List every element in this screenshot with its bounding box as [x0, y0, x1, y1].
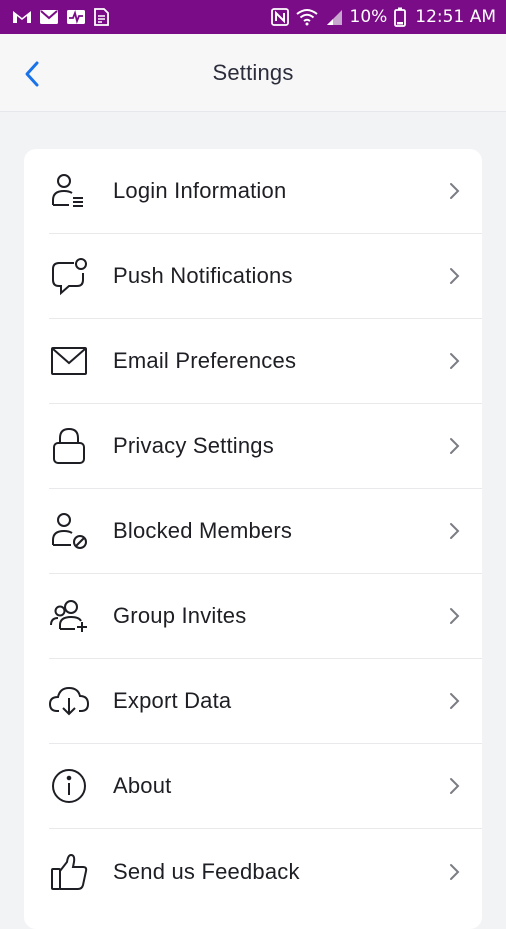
settings-item-label: Group Invites [113, 603, 247, 628]
settings-item-label: Push Notifications [113, 263, 293, 288]
chevron-right-icon [446, 265, 462, 287]
settings-item-label: Blocked Members [113, 518, 293, 543]
chevron-right-icon [446, 775, 462, 797]
battery-icon [394, 7, 407, 27]
document-icon [93, 8, 111, 26]
settings-item-label: Send us Feedback [113, 858, 300, 884]
group-add-icon [47, 594, 91, 638]
clock: 12:51 AM [415, 7, 496, 27]
settings-item-group-invites[interactable]: Group Invites [49, 574, 482, 659]
settings-item-email-preferences[interactable]: Email Preferences [49, 319, 482, 404]
settings-item-privacy-settings[interactable]: Privacy Settings [49, 404, 482, 489]
wifi-icon [295, 8, 318, 26]
settings-item-label: Email Preferences [113, 348, 297, 373]
chevron-right-icon [446, 435, 462, 457]
chevron-right-icon [446, 861, 462, 883]
settings-item-label: About [113, 773, 172, 798]
settings-item-about[interactable]: About [49, 744, 482, 829]
activity-icon [66, 9, 86, 25]
status-bar-notifications [12, 8, 111, 26]
status-bar-system: 10% 12:51 AM [270, 7, 496, 27]
chevron-right-icon [446, 180, 462, 202]
thumbs-up-icon [47, 850, 91, 894]
cloud-download-icon [47, 679, 91, 723]
chat-notification-icon [47, 254, 91, 298]
chevron-right-icon [446, 690, 462, 712]
signal-icon [325, 8, 343, 26]
app-header: Settings [0, 34, 506, 112]
settings-item-send-feedback[interactable]: Send us Feedback [49, 829, 482, 914]
user-blocked-icon [47, 509, 91, 553]
page-title: Settings [212, 59, 294, 85]
lock-icon [47, 424, 91, 468]
settings-item-label: Login Information [113, 178, 287, 203]
settings-item-label: Export Data [113, 688, 232, 713]
settings-item-export-data[interactable]: Export Data [47, 659, 482, 744]
envelope-icon [47, 339, 91, 383]
back-button[interactable] [14, 56, 50, 92]
settings-card: Login Information Push Notifications Ema… [24, 149, 482, 929]
chevron-right-icon [446, 605, 462, 627]
chevron-right-icon [446, 520, 462, 542]
user-list-icon [47, 169, 91, 213]
settings-item-label: Privacy Settings [113, 433, 274, 458]
chevron-right-icon [446, 350, 462, 372]
settings-item-push-notifications[interactable]: Push Notifications [49, 234, 482, 319]
settings-item-blocked-members[interactable]: Blocked Members [49, 489, 482, 574]
battery-percent: 10% [349, 7, 388, 27]
status-bar: 10% 12:51 AM [0, 0, 506, 34]
info-icon [47, 764, 91, 808]
gmail-icon [12, 9, 32, 25]
settings-item-login-information[interactable]: Login Information [49, 149, 482, 234]
email-icon [39, 9, 59, 25]
nfc-icon [270, 8, 289, 26]
chevron-left-icon [25, 61, 39, 87]
